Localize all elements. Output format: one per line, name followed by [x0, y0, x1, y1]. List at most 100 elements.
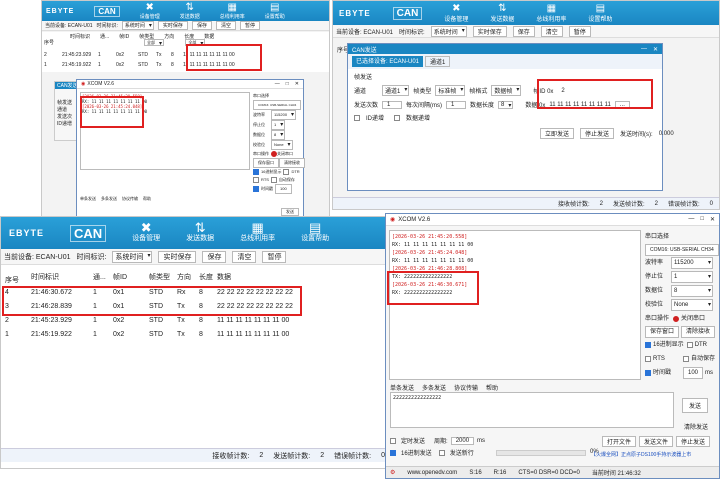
- chart-icon: ▦: [546, 2, 557, 14]
- main-subbar: 当前设备: ECAN-U01 时间标识: 系统时间 实时保存 保存 清空 暂停: [1, 249, 391, 265]
- timestamp-select[interactable]: 系统时间: [430, 25, 467, 37]
- xcom-logo-icon: ◉: [81, 81, 86, 87]
- highlight-box: [80, 96, 144, 128]
- device-mgmt-button[interactable]: ✖ 设备管理: [132, 221, 160, 243]
- minimize-icon[interactable]: —: [688, 216, 694, 223]
- settings-help-button[interactable]: ▤ 设置帮助: [588, 2, 612, 23]
- realtime-save-button[interactable]: 实时保存: [157, 21, 188, 30]
- type-filter-select[interactable]: 全部: [144, 39, 164, 46]
- promo-link[interactable]: 【火爆全网】正点原子DS100手持示波器上市: [591, 451, 691, 458]
- send-data-button[interactable]: ⇅ 发送数据: [180, 1, 200, 20]
- save-button[interactable]: 保存: [191, 21, 212, 30]
- hex-show-checkbox[interactable]: [645, 342, 651, 348]
- save-button[interactable]: 保存: [512, 25, 535, 37]
- pause-button[interactable]: 暂停: [262, 250, 287, 263]
- device-mgmt-button[interactable]: ✖ 设备管理: [140, 2, 160, 20]
- settings-icon[interactable]: ⚙: [390, 469, 395, 476]
- timestamp-ms-input[interactable]: 100: [683, 367, 704, 379]
- pause-button[interactable]: 暂停: [568, 25, 591, 37]
- small-send-button[interactable]: 发送: [281, 208, 299, 216]
- stop-send-button[interactable]: 停止发送: [676, 436, 711, 447]
- top-left-subbar: 当前设备: ECAN-U01 时间标识: 系统时间 实时保存 保存 清空 暂停: [42, 21, 329, 31]
- minimize-icon[interactable]: —: [641, 46, 647, 53]
- data-length-select[interactable]: 8: [498, 100, 514, 109]
- can-logo: CAN: [70, 224, 107, 242]
- can-logo: CAN: [392, 6, 423, 20]
- table-row[interactable]: 1 21:45:19.922 1 0x2 STD Tx 8 11 11 11 1…: [5, 327, 293, 341]
- bus-util-button[interactable]: ▦ 总线利用率: [220, 1, 245, 20]
- close-port-button[interactable]: 关闭串口: [681, 312, 705, 326]
- progress-bar: [496, 450, 586, 456]
- tab-help[interactable]: 帮助: [486, 383, 498, 392]
- settings-help-button[interactable]: ▤ 设置帮助: [265, 2, 285, 20]
- stop-bits-select[interactable]: 1: [671, 271, 713, 283]
- arrows-icon: ⇅: [194, 220, 206, 235]
- frame-type-select[interactable]: 标准帧: [435, 85, 466, 96]
- maximize-icon[interactable]: □: [286, 81, 289, 87]
- bus-util-button[interactable]: ▦ 总线利用率: [240, 221, 275, 243]
- send-times-input[interactable]: 1: [382, 100, 402, 109]
- xcom-send-button[interactable]: 发送: [682, 398, 709, 413]
- parity-select[interactable]: None: [671, 299, 713, 311]
- send-data-button[interactable]: ⇅ 发送数据: [186, 220, 214, 243]
- realtime-save-button[interactable]: 实时保存: [158, 250, 197, 263]
- small-xcom-tabs: 单条发送 多条发送 协议传输 帮助: [80, 196, 151, 201]
- frame-format-select[interactable]: 数据帧: [491, 85, 522, 96]
- realtime-save-button[interactable]: 实时保存: [472, 25, 507, 37]
- ebyte-logo: EBYTE: [46, 7, 75, 15]
- clear-button[interactable]: 清空: [215, 21, 236, 30]
- gear-icon: ▤: [595, 2, 606, 14]
- auto-save-checkbox[interactable]: [683, 356, 689, 362]
- interval-input[interactable]: 1: [446, 100, 466, 109]
- xcom-logo-icon: ◉: [390, 217, 396, 223]
- close-icon[interactable]: ✕: [710, 216, 715, 223]
- xcom-send-options-2: 16进制发送 发送新行: [390, 448, 474, 457]
- chart-icon: ▦: [227, 1, 237, 13]
- tab-channel[interactable]: 通道1: [425, 56, 451, 67]
- send-now-button[interactable]: 立即发送: [540, 128, 575, 139]
- save-button[interactable]: 保存: [202, 250, 227, 263]
- close-icon[interactable]: ✕: [295, 81, 299, 87]
- port-status-icon: [673, 316, 679, 322]
- send-file-button[interactable]: 发送文件: [639, 436, 674, 447]
- channel-select[interactable]: 通道1: [382, 85, 410, 96]
- clear-button[interactable]: 清空: [540, 25, 563, 37]
- data-bits-select[interactable]: 8: [671, 285, 713, 297]
- port-select[interactable]: COM16: USB-SERIAL CH34: [645, 244, 719, 256]
- minimize-icon[interactable]: —: [275, 81, 280, 87]
- period-input[interactable]: 2000: [450, 436, 475, 445]
- clear-receive-button[interactable]: 清除接收: [681, 326, 716, 338]
- save-window-button[interactable]: 保存窗口: [645, 326, 680, 338]
- send-data-button[interactable]: ⇅ 发送数据: [490, 3, 514, 23]
- device-mgmt-button[interactable]: ✖ 设备管理: [444, 3, 468, 23]
- tab-protocol[interactable]: 协议传输: [454, 383, 478, 392]
- send-newline-checkbox[interactable]: [438, 449, 445, 456]
- baud-select[interactable]: 115200: [671, 257, 713, 269]
- top-left-screenshot: EBYTE CAN ✖ 设备管理 ⇅ 发送数据 ▦ 总线利用率 ▤ 设置帮助 当前设备:…: [41, 0, 330, 218]
- stop-send-button[interactable]: 停止发送: [580, 128, 615, 139]
- xcom-receive-area[interactable]: [2026-03-26 21:45:20.558] RX: 11 11 11 1…: [389, 230, 641, 380]
- bus-util-button[interactable]: ▦ 总线利用率: [536, 2, 566, 23]
- tab-device[interactable]: 已选择设备: ECAN-U01: [352, 56, 424, 67]
- xcom-send-input[interactable]: 2222222222222222: [390, 392, 674, 428]
- ebyte-logo: EBYTE: [339, 8, 371, 18]
- timestamp-select[interactable]: 系统时间: [121, 21, 154, 30]
- timed-send-checkbox[interactable]: [390, 437, 396, 444]
- close-icon[interactable]: ✕: [653, 46, 658, 53]
- table-header: 序号 时间标识 通... 帧ID 帧类型 方向 长度 数据: [5, 274, 231, 284]
- top-right-toolbar: EBYTE CAN ✖ 设备管理 ⇅ 发送数据 ▦ 总线利用率 ▤ 设置帮助: [333, 1, 719, 25]
- open-file-button[interactable]: 打开文件: [602, 436, 637, 447]
- settings-help-button[interactable]: ▤ 设置帮助: [301, 221, 329, 243]
- timestamp-checkbox[interactable]: [645, 370, 651, 376]
- rts-checkbox[interactable]: [645, 356, 651, 362]
- clear-button[interactable]: 清空: [232, 250, 257, 263]
- maximize-icon[interactable]: □: [700, 216, 704, 223]
- dtr-checkbox[interactable]: [686, 342, 693, 348]
- tab-multi-send[interactable]: 多条发送: [422, 383, 446, 392]
- pause-button[interactable]: 暂停: [239, 21, 260, 30]
- hex-send-checkbox[interactable]: [390, 449, 396, 456]
- clear-send-button[interactable]: 清除发送: [684, 422, 708, 431]
- arrows-icon: ⇅: [185, 1, 194, 13]
- tab-single-send[interactable]: 单条发送: [390, 383, 414, 392]
- timestamp-select[interactable]: 系统时间: [112, 250, 153, 263]
